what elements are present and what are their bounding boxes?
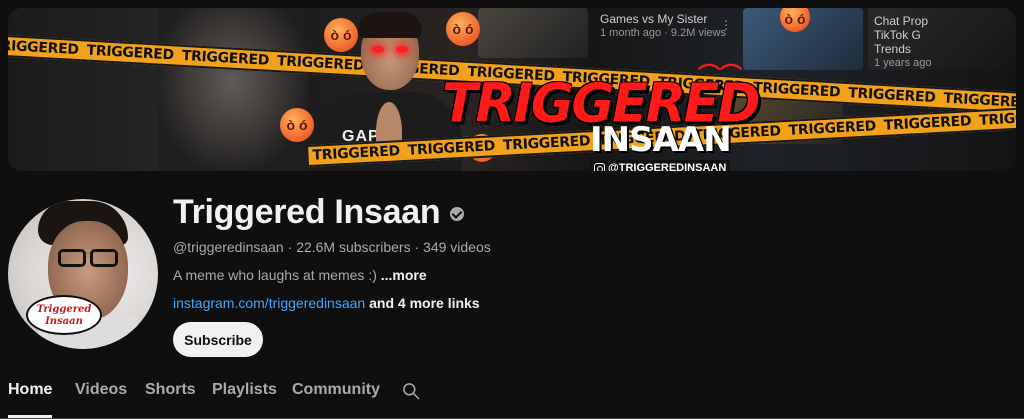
banner-person-hair [358,12,422,38]
tab-shorts[interactable]: Shorts [145,380,196,400]
banner-instagram-handle: @TRIGGEREDINSAAN [590,160,731,171]
channel-title: Triggered Insaan [173,192,465,232]
tab-playlists[interactable]: Playlists [212,380,277,400]
banner-background-video-meta: Games vs My Sister 1 month ago · 9.2M vi… [600,12,726,39]
instagram-link[interactable]: instagram.com/triggeredinsaan [173,295,365,311]
search-icon[interactable] [401,381,421,401]
channel-handle: @triggeredinsaan [173,239,284,255]
banner-background-face [158,8,308,171]
banner-background-thumbnail [478,8,588,58]
banner-logo-subtitle: INSAAN [590,120,732,160]
more-links-link[interactable]: and 4 more links [369,295,479,311]
channel-name: Triggered Insaan [173,193,441,231]
tab-home[interactable]: Home [8,380,52,400]
glowing-eye [396,46,408,53]
verified-check-icon[interactable] [450,207,465,221]
avatar-glasses [90,249,118,267]
channel-links: instagram.com/triggeredinsaan and 4 more… [173,293,480,313]
active-tab-indicator [8,415,52,418]
glowing-eye [372,46,384,53]
avatar-logo-badge: Triggered Insaan [26,295,102,335]
angry-emoji-icon: ò ó [446,12,480,46]
more-vert-icon: ⋮ [720,18,732,32]
instagram-icon [594,162,605,171]
channel-tabs: Home Videos Shorts Playlists Community [0,372,1024,419]
channel-avatar[interactable]: Triggered Insaan [8,199,158,349]
avatar-glasses [58,249,86,267]
subscribe-button[interactable]: Subscribe [173,322,263,357]
tab-videos[interactable]: Videos [75,380,127,400]
tab-community[interactable]: Community [292,380,380,400]
description-more-link[interactable]: ...more [381,267,427,283]
angry-emoji-icon: ò ó [324,18,358,52]
channel-description[interactable]: A meme who laughs at memes :) ...more [173,265,427,285]
channel-meta: @triggeredinsaan · 22.6M subscribers · 3… [173,239,491,255]
angry-emoji-icon: ò ó [280,108,314,142]
banner-background-video-meta: Chat Prop TikTok G Trends 1 years ago [874,14,932,69]
channel-banner: Games vs My Sister 1 month ago · 9.2M vi… [8,8,1016,171]
video-count: 349 videos [423,239,491,255]
subscriber-count: 22.6M subscribers [296,239,411,255]
